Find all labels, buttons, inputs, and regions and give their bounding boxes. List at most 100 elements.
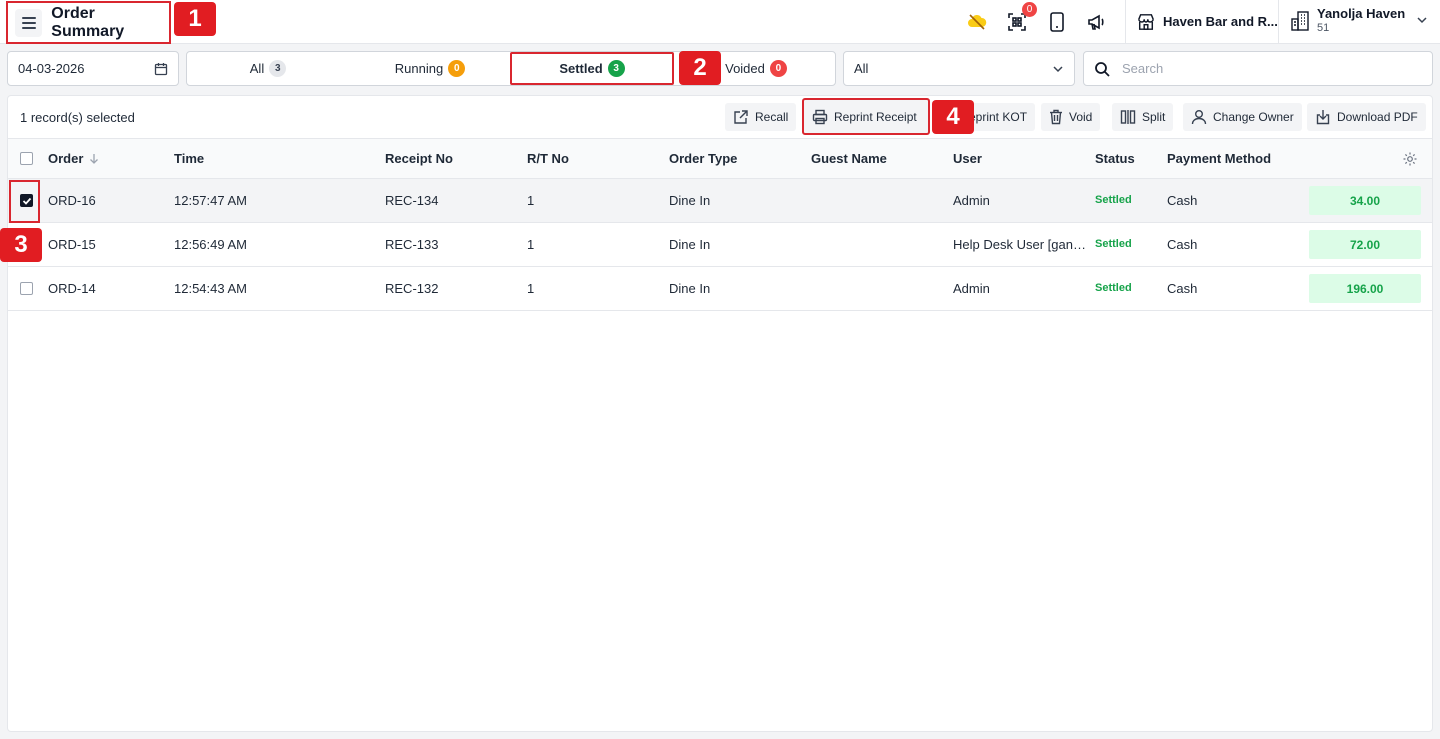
cell-time: 12:57:47 AM [174,193,247,208]
cell-user: Admin [953,193,990,208]
tab-settled[interactable]: Settled 3 [510,52,674,85]
column-header-payment-method[interactable]: Payment Method [1167,151,1271,166]
cell-receipt-no: REC-133 [385,237,439,252]
cell-order: ORD-15 [48,237,96,252]
row-checkbox[interactable] [20,282,33,295]
reprint-kot-label: eprint KOT [969,110,1028,124]
order-status-tabs: All 3 Running 0 Settled 3 Voided 0 [186,51,836,86]
store-selector[interactable]: Haven Bar and R... [1137,0,1278,43]
action-toolbar: 1 record(s) selected Recall Reprint Rece… [8,96,1432,139]
select-all-checkbox[interactable] [20,152,33,165]
building-icon [1291,11,1309,31]
download-pdf-button[interactable]: Download PDF [1307,103,1426,131]
chevron-down-icon[interactable] [1416,14,1428,26]
step-marker-4: 4 [932,100,974,134]
cell-user: Help Desk User [gan… [953,237,1086,252]
cell-order-type: Dine In [669,281,711,296]
split-label: Split [1142,110,1166,124]
cell-time: 12:56:49 AM [174,237,247,252]
table-row[interactable]: ORD-16 12:57:47 AM REC-134 1 Dine In Adm… [8,179,1432,223]
reprint-receipt-button[interactable]: Reprint Receipt [802,98,930,135]
recall-button[interactable]: Recall [725,103,797,131]
search-input[interactable] [1122,61,1402,76]
column-header-order[interactable]: Order [48,151,99,166]
cell-payment-method: Cash [1167,193,1198,208]
tab-all[interactable]: All 3 [187,52,349,85]
split-icon [1120,110,1136,124]
column-header-user[interactable]: User [953,151,982,166]
change-owner-label: Change Owner [1213,110,1294,124]
account-name: Yanolja Haven [1317,6,1406,21]
header-divider [1125,0,1126,43]
cell-amount: 196.00 [1309,274,1421,303]
app-header: Order Summary 0 Haven Bar and R... Yanol… [0,0,1440,44]
table-row[interactable]: ORD-14 12:54:43 AM REC-132 1 Dine In Adm… [8,267,1432,311]
cell-receipt-no: REC-132 [385,281,439,296]
cell-order: ORD-16 [48,193,96,208]
split-button[interactable]: Split [1112,103,1174,131]
orders-panel: 1 record(s) selected Recall Reprint Rece… [7,95,1433,732]
user-icon [1191,110,1207,125]
cell-order-type: Dine In [669,193,711,208]
step-marker-2: 2 [679,51,721,85]
change-owner-button[interactable]: Change Owner [1183,103,1302,131]
tab-label: Voided [725,61,765,76]
cell-user: Admin [953,281,990,296]
megaphone-icon[interactable] [1085,11,1107,33]
checkbox-highlight [9,180,40,223]
mobile-icon[interactable] [1046,11,1068,33]
cell-amount: 34.00 [1309,186,1421,215]
cell-time: 12:54:43 AM [174,281,247,296]
cell-receipt-no: REC-134 [385,193,439,208]
sort-arrow-icon [90,154,99,164]
menu-icon[interactable] [15,8,43,37]
calendar-icon [154,62,168,75]
search-icon [1095,61,1110,77]
cell-order: ORD-14 [48,281,96,296]
title-area: Order Summary [6,1,171,44]
cell-rt-no: 1 [527,193,535,208]
column-header-order-type[interactable]: Order Type [669,151,737,166]
tab-running[interactable]: Running 0 [349,52,511,85]
tab-count-badge: 3 [269,60,287,77]
chevron-down-icon [1053,65,1063,72]
selection-count: 1 record(s) selected [20,110,135,125]
table-row[interactable]: ORD-15 12:56:49 AM REC-133 1 Dine In Hel… [8,223,1432,267]
column-header-time[interactable]: Time [174,151,204,166]
store-name: Haven Bar and R... [1163,14,1278,29]
recall-label: Recall [755,110,789,124]
status-filter-select[interactable]: All [843,51,1075,86]
tab-voided[interactable]: Voided 0 [721,52,791,85]
cell-status: Settled [1095,194,1132,206]
cell-status: Settled [1095,238,1132,250]
gear-icon[interactable] [1402,151,1418,167]
tab-count-badge: 3 [607,60,625,77]
cell-amount: 72.00 [1309,230,1421,259]
date-picker[interactable]: 04-03-2026 [7,51,179,86]
account-selector[interactable]: Yanolja Haven 51 [1290,6,1405,34]
store-icon [1138,13,1154,30]
void-button[interactable]: Void [1041,103,1101,131]
cell-order-type: Dine In [669,237,711,252]
column-header-status[interactable]: Status [1095,151,1135,166]
page-title: Order Summary [51,4,125,40]
date-value: 04-03-2026 [18,61,85,76]
tab-label: Running [394,61,444,76]
void-label: Void [1069,110,1093,124]
status-filter-value: All [854,61,869,76]
download-icon [1316,110,1330,125]
cell-payment-method: Cash [1167,281,1198,296]
cell-rt-no: 1 [527,281,535,296]
sync-cloud-icon[interactable] [966,11,988,33]
tab-label: All [249,61,265,76]
tab-count-badge: 0 [769,60,787,77]
download-pdf-label: Download PDF [1337,110,1418,124]
column-header-rt-no[interactable]: R/T No [527,151,569,166]
column-header-receipt-no[interactable]: Receipt No [385,151,453,166]
trash-icon [1050,109,1062,125]
reprint-receipt-label: Reprint Receipt [834,109,917,124]
tab-label: Settled [559,61,603,76]
column-header-guest-name[interactable]: Guest Name [811,151,887,166]
external-link-icon [734,110,748,124]
cell-payment-method: Cash [1167,237,1198,252]
